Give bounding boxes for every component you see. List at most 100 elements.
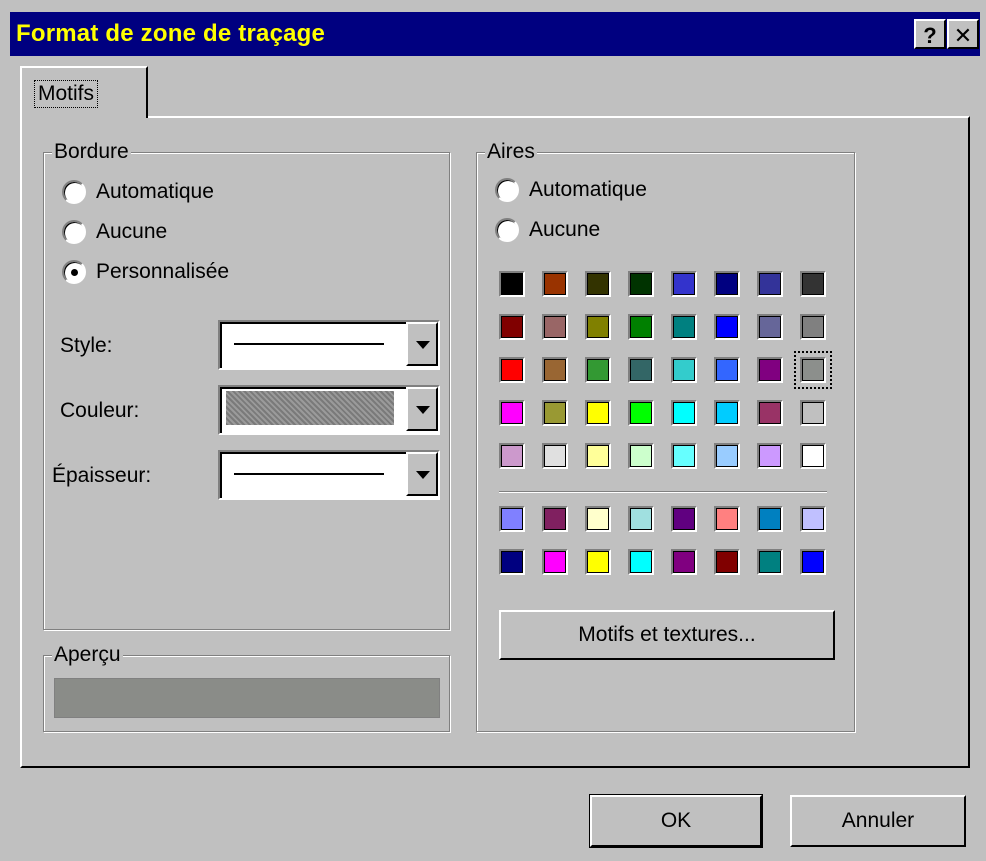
color-swatch-main-2-4[interactable] bbox=[671, 357, 697, 383]
color-swatch-main-4-6[interactable] bbox=[757, 443, 783, 469]
help-button[interactable]: ? bbox=[914, 19, 946, 49]
color-swatch-main-3-6[interactable] bbox=[757, 400, 783, 426]
chevron-down-icon[interactable] bbox=[406, 322, 438, 366]
color-swatch-main-4-0[interactable] bbox=[499, 443, 525, 469]
line-style-preview bbox=[234, 343, 384, 345]
color-swatch-fill bbox=[544, 273, 566, 295]
chevron-down-icon[interactable] bbox=[406, 452, 438, 496]
radio-circle-icon[interactable] bbox=[495, 178, 519, 202]
color-swatch-main-3-5[interactable] bbox=[714, 400, 740, 426]
color-swatch-main-3-2[interactable] bbox=[585, 400, 611, 426]
color-swatch-main-0-7[interactable] bbox=[800, 271, 826, 297]
color-swatch-main-2-7[interactable] bbox=[794, 351, 832, 389]
color-swatch-fill bbox=[630, 508, 652, 530]
color-swatch-chart-0-5[interactable] bbox=[714, 506, 740, 532]
color-label: Couleur: bbox=[60, 399, 140, 422]
color-swatch-fill bbox=[673, 316, 695, 338]
color-swatch-main-3-0[interactable] bbox=[499, 400, 525, 426]
color-swatch-main-4-3[interactable] bbox=[628, 443, 654, 469]
radio-selected-icon[interactable] bbox=[62, 260, 86, 284]
color-swatch-fill bbox=[802, 273, 824, 295]
color-swatch-main-4-7[interactable] bbox=[800, 443, 826, 469]
color-swatch-main-1-3[interactable] bbox=[628, 314, 654, 340]
border-group: Bordure Automatique Aucune Personnalisée… bbox=[43, 139, 450, 630]
color-swatch-main-1-6[interactable] bbox=[757, 314, 783, 340]
radio-circle-icon[interactable] bbox=[495, 218, 519, 242]
color-swatch-main-2-0[interactable] bbox=[499, 357, 525, 383]
color-swatch-main-3-3[interactable] bbox=[628, 400, 654, 426]
color-swatch-main-0-6[interactable] bbox=[757, 271, 783, 297]
ok-button[interactable]: OK bbox=[589, 794, 763, 848]
color-swatch-fill bbox=[587, 316, 609, 338]
color-swatch-chart-0-1[interactable] bbox=[542, 506, 568, 532]
color-swatch-main-1-0[interactable] bbox=[499, 314, 525, 340]
color-swatch-main-4-4[interactable] bbox=[671, 443, 697, 469]
color-swatch-chart-0-6[interactable] bbox=[757, 506, 783, 532]
thickness-combo[interactable] bbox=[218, 450, 440, 500]
color-swatch-fill bbox=[759, 316, 781, 338]
color-swatch-main-0-5[interactable] bbox=[714, 271, 740, 297]
line-thickness-preview bbox=[234, 473, 384, 475]
color-swatch-main-1-1[interactable] bbox=[542, 314, 568, 340]
color-swatch-fill bbox=[673, 402, 695, 424]
color-swatch-chart-0-0[interactable] bbox=[499, 506, 525, 532]
color-swatch-fill bbox=[673, 551, 695, 573]
color-swatch-fill bbox=[716, 551, 738, 573]
color-swatch-main-1-7[interactable] bbox=[800, 314, 826, 340]
color-swatch-fill bbox=[630, 445, 652, 467]
color-swatch-main-0-3[interactable] bbox=[628, 271, 654, 297]
thickness-label: Épaisseur: bbox=[52, 464, 152, 487]
color-swatch-main-0-0[interactable] bbox=[499, 271, 525, 297]
radio-circle-icon[interactable] bbox=[62, 220, 86, 244]
color-swatch-main-4-5[interactable] bbox=[714, 443, 740, 469]
format-plot-area-dialog: Format de zone de traçage ? ✕ Motifs Bor… bbox=[0, 0, 986, 861]
color-combo[interactable] bbox=[218, 385, 440, 435]
color-swatch-chart-1-7[interactable] bbox=[800, 549, 826, 575]
color-swatch-main-4-2[interactable] bbox=[585, 443, 611, 469]
color-swatch-main-1-2[interactable] bbox=[585, 314, 611, 340]
fill-effects-label: Motifs et textures... bbox=[578, 623, 756, 646]
color-swatch-chart-0-3[interactable] bbox=[628, 506, 654, 532]
cancel-button[interactable]: Annuler bbox=[790, 795, 966, 847]
color-swatch-chart-1-4[interactable] bbox=[671, 549, 697, 575]
color-swatch-main-2-3[interactable] bbox=[628, 357, 654, 383]
color-swatch-fill bbox=[716, 402, 738, 424]
color-swatch-main-3-4[interactable] bbox=[671, 400, 697, 426]
color-swatch-chart-1-6[interactable] bbox=[757, 549, 783, 575]
color-swatch-fill bbox=[587, 273, 609, 295]
color-swatch-main-3-7[interactable] bbox=[800, 400, 826, 426]
color-swatch-chart-0-2[interactable] bbox=[585, 506, 611, 532]
color-swatch-fill bbox=[630, 316, 652, 338]
color-swatch-main-2-2[interactable] bbox=[585, 357, 611, 383]
radio-circle-icon[interactable] bbox=[62, 180, 86, 204]
color-swatch-main-2-6[interactable] bbox=[757, 357, 783, 383]
color-swatch-main-0-4[interactable] bbox=[671, 271, 697, 297]
color-swatch-fill bbox=[716, 316, 738, 338]
color-swatch-main-2-5[interactable] bbox=[714, 357, 740, 383]
color-swatch-main-4-1[interactable] bbox=[542, 443, 568, 469]
color-swatch-fill bbox=[759, 445, 781, 467]
color-swatch-main-2-1[interactable] bbox=[542, 357, 568, 383]
tab-motifs[interactable]: Motifs bbox=[20, 66, 148, 118]
color-swatch-chart-1-5[interactable] bbox=[714, 549, 740, 575]
color-swatch-chart-1-2[interactable] bbox=[585, 549, 611, 575]
color-swatch-main-3-1[interactable] bbox=[542, 400, 568, 426]
color-swatch-fill bbox=[802, 316, 824, 338]
color-swatch-chart-0-7[interactable] bbox=[800, 506, 826, 532]
color-swatch-chart-0-4[interactable] bbox=[671, 506, 697, 532]
color-swatch-chart-1-0[interactable] bbox=[499, 549, 525, 575]
color-swatch-main-1-4[interactable] bbox=[671, 314, 697, 340]
color-swatch-fill bbox=[716, 508, 738, 530]
close-button[interactable]: ✕ bbox=[947, 19, 979, 49]
color-swatch-main-1-5[interactable] bbox=[714, 314, 740, 340]
chevron-down-icon[interactable] bbox=[406, 387, 438, 431]
color-swatch-chart-1-3[interactable] bbox=[628, 549, 654, 575]
color-swatch-fill bbox=[587, 508, 609, 530]
color-swatch-fill bbox=[759, 273, 781, 295]
color-swatch-main-0-1[interactable] bbox=[542, 271, 568, 297]
color-swatch-main-0-2[interactable] bbox=[585, 271, 611, 297]
title-bar[interactable]: Format de zone de traçage ? ✕ bbox=[10, 12, 980, 56]
color-swatch-chart-1-1[interactable] bbox=[542, 549, 568, 575]
style-combo[interactable] bbox=[218, 320, 440, 370]
fill-effects-button[interactable]: Motifs et textures... bbox=[499, 610, 835, 660]
